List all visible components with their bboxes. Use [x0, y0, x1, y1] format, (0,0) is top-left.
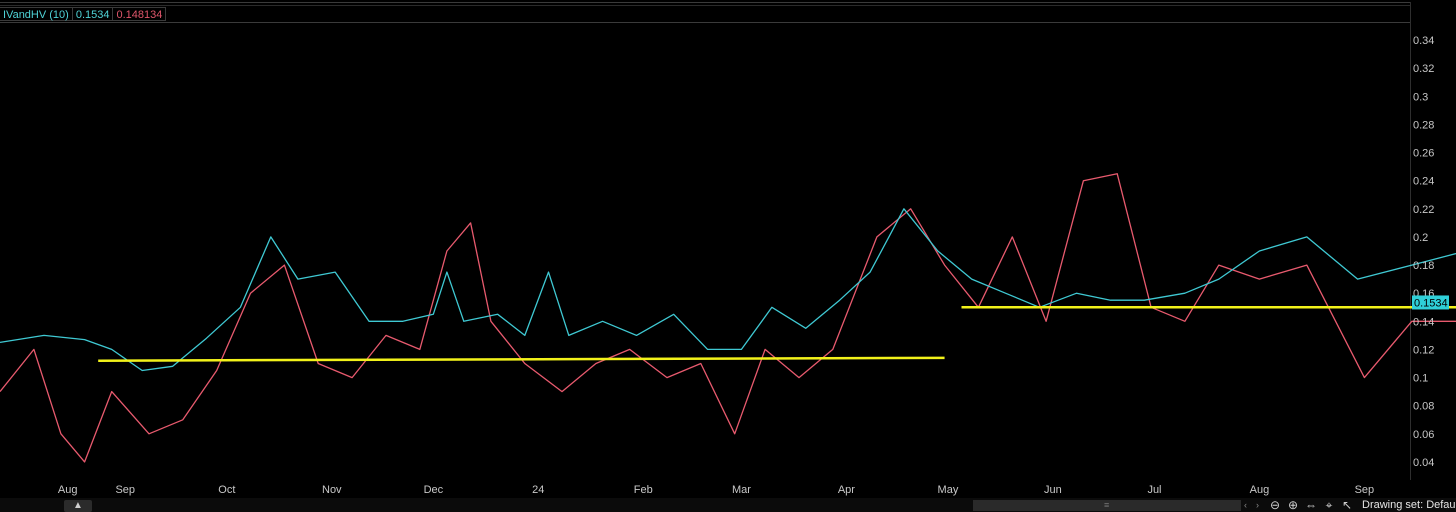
drawing-set-label[interactable]: Drawing set: Default: [1362, 499, 1456, 512]
y-tick-label: 0.06: [1413, 429, 1434, 441]
y-axis: 0.040.060.080.10.120.140.160.180.20.220.…: [1412, 35, 1449, 469]
y-tick-label: 0.1: [1413, 373, 1428, 385]
collapse-arrow-icon[interactable]: ▲: [64, 500, 92, 512]
pointer-icon[interactable]: ↖: [1339, 498, 1355, 512]
y-tick-label: 0.22: [1413, 204, 1434, 216]
pan-icon[interactable]: ⇔: [1303, 498, 1319, 512]
zoom-out-icon[interactable]: ⊖: [1267, 498, 1283, 512]
y-tick-label: 0.08: [1413, 401, 1434, 413]
x-tick-label: Aug: [58, 484, 78, 496]
scroll-right-icon[interactable]: ›: [1256, 499, 1259, 511]
y-tick-label: 0.26: [1413, 148, 1434, 160]
x-tick-label: 24: [532, 484, 544, 496]
x-axis: Aug Sep Oct Nov Dec 24 Feb Mar Apr May Jun Jul Aug Se…: [58, 484, 1374, 496]
y-tick-label: 0.04: [1413, 457, 1434, 469]
y-tick-label: 0.2: [1413, 232, 1428, 244]
crosshair-icon[interactable]: ⌖: [1321, 498, 1337, 512]
x-tick-label: Sep: [1355, 484, 1375, 496]
x-tick-label: Sep: [115, 484, 135, 496]
y-tick-label: 0.14: [1413, 316, 1434, 328]
zoom-in-icon[interactable]: ⊕: [1285, 498, 1301, 512]
x-tick-label: Dec: [424, 484, 444, 496]
x-tick-label: Jul: [1147, 484, 1161, 496]
y-tick-label: 0.3: [1413, 91, 1428, 103]
x-tick-label: Apr: [838, 484, 855, 496]
series-iv-line: [0, 208, 1456, 372]
x-tick-label: Nov: [322, 484, 342, 496]
last-value-label: 0.1534: [1414, 297, 1448, 309]
y-tick-label: 0.12: [1413, 344, 1434, 356]
support-line-1[interactable]: [98, 356, 945, 362]
x-tick-label: Feb: [634, 484, 653, 496]
y-tick-label: 0.34: [1413, 35, 1434, 47]
y-tick-label: 0.32: [1413, 63, 1434, 75]
x-tick-label: Mar: [732, 484, 751, 496]
y-tick-label: 0.24: [1413, 176, 1434, 188]
volatility-chart[interactable]: 0.040.060.080.10.120.140.160.180.20.220.…: [0, 0, 1456, 498]
plot-area: [0, 173, 1456, 463]
y-tick-label: 0.18: [1413, 260, 1434, 272]
x-tick-label: Oct: [218, 484, 235, 496]
x-tick-label: Aug: [1250, 484, 1270, 496]
x-tick-label: Jun: [1044, 484, 1062, 496]
scroll-left-icon[interactable]: ‹: [1244, 499, 1247, 511]
scroll-grip-icon[interactable]: ≡: [1104, 500, 1109, 511]
y-tick-label: 0.28: [1413, 119, 1434, 131]
series-hv-line: [0, 173, 1456, 463]
x-tick-label: May: [938, 484, 959, 496]
